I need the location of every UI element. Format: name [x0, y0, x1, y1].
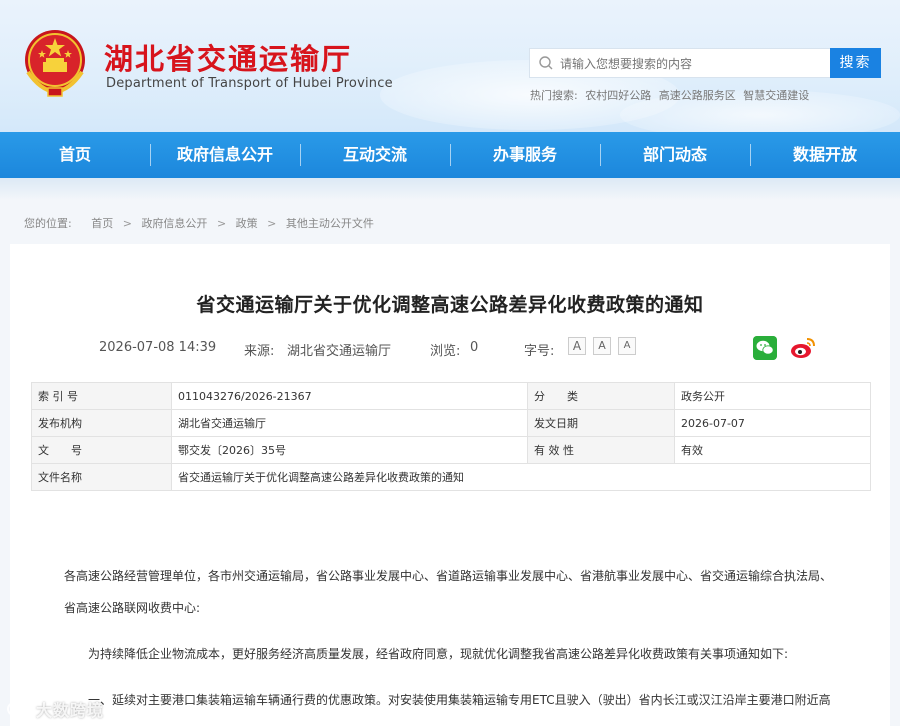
font-size-small-button[interactable]: A — [618, 337, 636, 355]
table-value: 011043276/2026-21367 — [171, 382, 528, 410]
table-label: 文件名称 — [31, 463, 172, 491]
hot-search-link[interactable]: 智慧交通建设 — [743, 89, 809, 102]
font-size-medium-button[interactable]: A — [593, 337, 611, 355]
breadcrumb-separator: > — [267, 217, 277, 230]
nav-item-interaction[interactable]: 互动交流 — [300, 132, 450, 178]
national-emblem-icon[interactable] — [20, 24, 90, 98]
table-label: 索 引 号 — [31, 382, 172, 410]
table-row: 发布机构 湖北省交通运输厅 发文日期 2026-07-07 — [31, 409, 871, 437]
body-paragraph: 一、延续对主要港口集装箱运输车辆通行费的优惠政策。对安装使用集装箱运输专用ETC… — [88, 693, 831, 707]
site-header: 湖北省交通运输厅 Department of Transport of Hube… — [0, 0, 900, 132]
table-label: 有 效 性 — [527, 436, 675, 464]
breadcrumb: 您的位置: 首页 > 政府信息公开 > 政策 > 其他主动公开文件 — [24, 215, 374, 231]
breadcrumb-gov-info[interactable]: 政府信息公开 — [141, 217, 207, 230]
search-box[interactable] — [529, 48, 831, 78]
hot-search-label: 热门搜索: — [530, 89, 578, 102]
weibo-share-icon[interactable] — [790, 336, 816, 360]
nav-item-gov-info[interactable]: 政府信息公开 — [150, 132, 300, 178]
nav-item-news[interactable]: 部门动态 — [600, 132, 750, 178]
hot-search: 热门搜索: 农村四好公路 高速公路服务区 智慧交通建设 — [530, 87, 813, 103]
nav-item-home[interactable]: 首页 — [0, 132, 150, 178]
article-card: 省交通运输厅关于优化调整高速公路差异化收费政策的通知 2026-07-08 14… — [10, 244, 890, 726]
table-value: 2026-07-07 — [674, 409, 871, 437]
table-label: 发文日期 — [527, 409, 675, 437]
breadcrumb-label: 您的位置: — [24, 217, 72, 230]
site-title[interactable]: 湖北省交通运输厅 — [104, 36, 352, 78]
watermark: 大数跨境 — [6, 698, 104, 720]
breadcrumb-separator: > — [122, 217, 132, 230]
table-value: 有效 — [674, 436, 871, 464]
hot-search-link[interactable]: 高速公路服务区 — [659, 89, 736, 102]
nav-item-services[interactable]: 办事服务 — [450, 132, 600, 178]
views-count: 0 — [470, 340, 479, 355]
wechat-share-icon[interactable] — [753, 336, 777, 360]
breadcrumb-other-files[interactable]: 其他主动公开文件 — [286, 217, 374, 230]
views-label: 浏览: — [430, 344, 461, 359]
search-input[interactable] — [560, 53, 822, 75]
nav-shadow — [0, 178, 900, 200]
body-paragraph: 为持续降低企业物流成本，更好服务经济高质量发展，经省政府同意，现就优化调整我省高… — [88, 647, 789, 661]
table-label: 文 号 — [31, 436, 172, 464]
search-button[interactable]: 搜索 — [830, 48, 881, 78]
font-size-large-button[interactable]: A — [568, 337, 586, 355]
main-nav: 首页 政府信息公开 互动交流 办事服务 部门动态 数据开放 — [0, 132, 900, 178]
table-row: 文 号 鄂交发〔2026〕35号 有 效 性 有效 — [31, 436, 871, 464]
table-value: 政务公开 — [674, 382, 871, 410]
site-subtitle: Department of Transport of Hubei Provinc… — [106, 76, 393, 91]
source-value: 湖北省交通运输厅 — [287, 344, 392, 359]
table-label: 分 类 — [527, 382, 675, 410]
hot-search-link[interactable]: 农村四好公路 — [585, 89, 651, 102]
breadcrumb-home[interactable]: 首页 — [91, 217, 113, 230]
publish-datetime: 2026-07-08 14:39 — [99, 340, 217, 355]
document-info-table: 索 引 号 011043276/2026-21367 分 类 政务公开 发布机构… — [31, 382, 871, 491]
article-title: 省交通运输厅关于优化调整高速公路差异化收费政策的通知 — [196, 294, 704, 316]
watermark-logo-icon — [7, 702, 31, 716]
breadcrumb-separator: > — [216, 217, 227, 230]
body-paragraph: 省高速公路联网收费中心: — [64, 601, 201, 615]
source-label: 来源: — [244, 344, 275, 359]
breadcrumb-policy[interactable]: 政策 — [236, 217, 258, 230]
watermark-text: 大数跨境 — [36, 701, 105, 720]
table-value: 鄂交发〔2026〕35号 — [171, 436, 528, 464]
table-label: 发布机构 — [31, 409, 172, 437]
table-row: 文件名称 省交通运输厅关于优化调整高速公路差异化收费政策的通知 — [31, 463, 871, 491]
table-row: 索 引 号 011043276/2026-21367 分 类 政务公开 — [31, 382, 871, 410]
font-size-label: 字号: — [524, 344, 555, 359]
table-value: 湖北省交通运输厅 — [171, 409, 528, 437]
table-value: 省交通运输厅关于优化调整高速公路差异化收费政策的通知 — [171, 463, 871, 491]
body-paragraph: 各高速公路经营管理单位，各市州交通运输局，省公路事业发展中心、省道路运输事业发展… — [64, 569, 833, 583]
nav-item-open-data[interactable]: 数据开放 — [750, 132, 900, 178]
search-icon — [539, 56, 553, 70]
